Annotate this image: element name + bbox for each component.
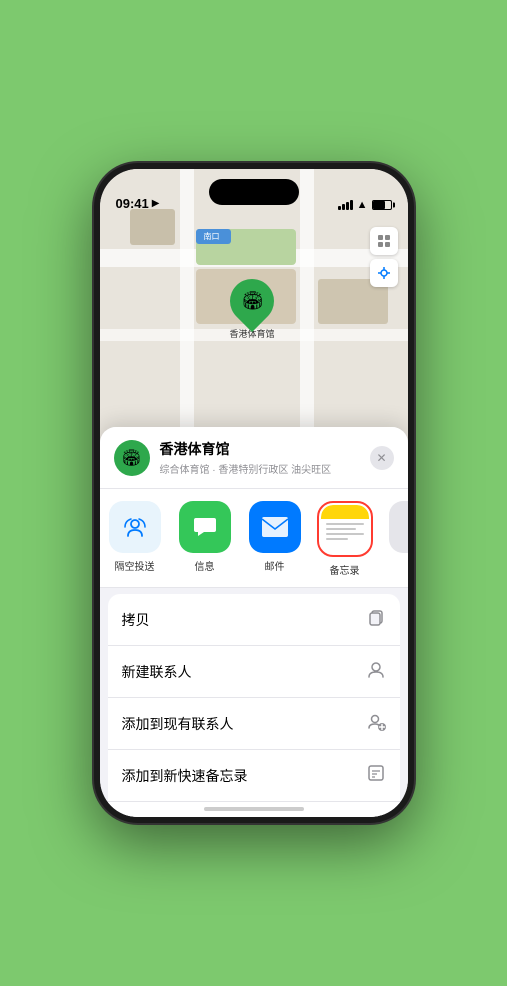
home-indicator [204, 807, 304, 811]
location-icon: ▶ [152, 198, 160, 209]
action-new-contact-label: 新建联系人 [122, 662, 192, 682]
notes-label: 备忘录 [330, 562, 360, 577]
location-description: 综合体育馆 · 香港特别行政区 油尖旺区 [160, 461, 360, 476]
signal-icon [338, 200, 353, 210]
share-notes[interactable]: 备忘录 [310, 501, 380, 577]
phone-frame: 09:41 ▶ ▲ [94, 163, 414, 823]
action-new-contact[interactable]: 新建联系人 [108, 646, 400, 698]
pin-circle: 🏟 [221, 270, 283, 332]
copy-icon [366, 607, 386, 632]
close-icon: ✕ [376, 451, 386, 465]
share-row: 隔空投送 信息 [100, 489, 408, 588]
phone-screen: 09:41 ▶ ▲ [100, 169, 408, 817]
close-button[interactable]: ✕ [370, 446, 394, 470]
airdrop-icon [109, 501, 161, 553]
share-mail[interactable]: 邮件 [240, 501, 310, 573]
notes-icon [321, 505, 369, 553]
location-header: 🏟 香港体育馆 综合体育馆 · 香港特别行政区 油尖旺区 ✕ [100, 427, 408, 489]
dynamic-island [209, 179, 299, 205]
action-copy[interactable]: 拷贝 [108, 594, 400, 646]
more-icon [389, 501, 408, 553]
action-quick-note-label: 添加到新快速备忘录 [122, 766, 248, 786]
battery-icon [372, 200, 392, 210]
action-add-contact-label: 添加到现有联系人 [122, 714, 234, 734]
share-airdrop[interactable]: 隔空投送 [100, 501, 170, 573]
map-pin: 🏟 香港体育馆 [230, 279, 275, 340]
map-label: 南口 [196, 229, 231, 244]
location-name: 香港体育馆 [160, 439, 360, 459]
mail-label: 邮件 [265, 558, 285, 573]
new-contact-icon [366, 659, 386, 684]
location-info: 香港体育馆 综合体育馆 · 香港特别行政区 油尖旺区 [160, 439, 360, 476]
share-messages[interactable]: 信息 [170, 501, 240, 573]
add-contact-icon [366, 711, 386, 736]
messages-icon [179, 501, 231, 553]
action-add-to-contact[interactable]: 添加到现有联系人 [108, 698, 400, 750]
action-add-quick-note[interactable]: 添加到新快速备忘录 [108, 750, 400, 802]
map-controls [370, 227, 398, 291]
status-time: 09:41 [116, 196, 149, 211]
map-type-button[interactable] [370, 227, 398, 255]
location-button[interactable] [370, 259, 398, 287]
mail-icon [249, 501, 301, 553]
airdrop-label: 隔空投送 [115, 558, 155, 573]
action-copy-label: 拷贝 [122, 610, 150, 630]
quick-note-icon [366, 763, 386, 788]
location-venue-icon: 🏟 [114, 440, 150, 476]
pin-emoji: 🏟 [241, 291, 264, 312]
bottom-sheet: 🏟 香港体育馆 综合体育馆 · 香港特别行政区 油尖旺区 ✕ [100, 427, 408, 817]
action-list: 拷贝 新建联系人 [108, 594, 400, 817]
print-icon [366, 815, 386, 817]
share-more[interactable]: 提 [380, 501, 408, 573]
wifi-icon: ▲ [357, 199, 368, 211]
status-icons: ▲ [338, 199, 392, 211]
messages-label: 信息 [195, 558, 215, 573]
notes-highlight-border [317, 501, 373, 557]
